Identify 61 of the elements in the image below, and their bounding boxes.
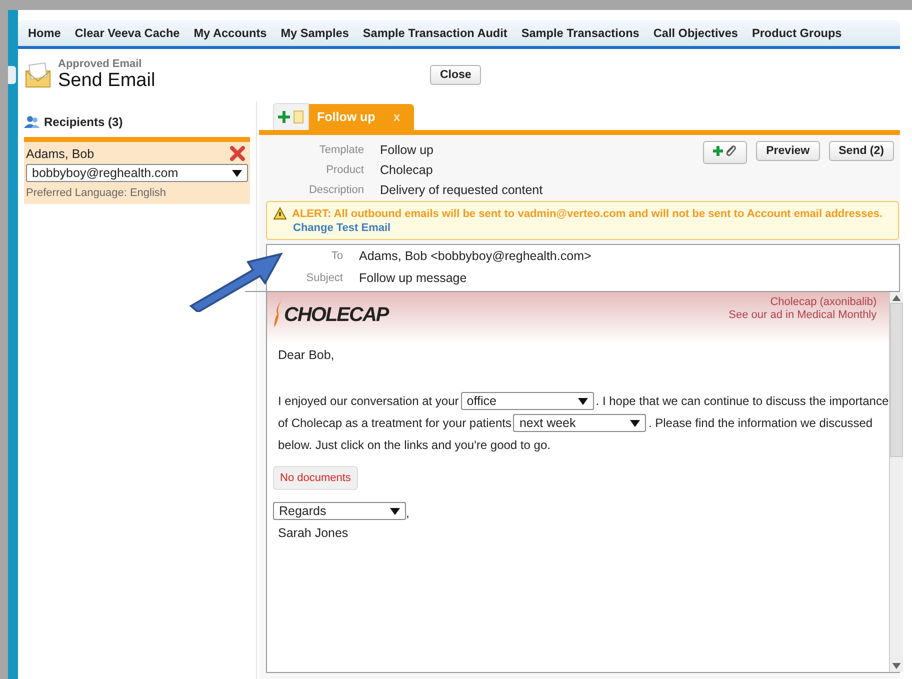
- scroll-down-icon[interactable]: [892, 663, 901, 669]
- add-tab-button[interactable]: [273, 103, 309, 130]
- caret-icon: [630, 420, 640, 426]
- comma-text: ,: [406, 506, 410, 520]
- field-label: Subject: [305, 272, 343, 284]
- body-text: of Cholecap as a treatment for your patients: [278, 415, 512, 432]
- option-dropdown[interactable]: office: [460, 392, 594, 410]
- nav-tab[interactable]: Home: [28, 26, 61, 40]
- nav-tab[interactable]: Sample Transaction Audit: [362, 26, 508, 40]
- caret-icon: [578, 398, 588, 404]
- recipient-name: Adams, Bob: [26, 146, 94, 160]
- greeting-text: Dear Bob,: [278, 348, 336, 362]
- nav-tab[interactable]: Call Objectives: [653, 26, 738, 40]
- nav-tab[interactable]: Sample Transactions: [521, 26, 640, 40]
- close-button[interactable]: Close: [430, 65, 482, 85]
- field-label: Template: [318, 144, 364, 156]
- caret-icon: [232, 170, 242, 176]
- scrollbar[interactable]: [888, 292, 903, 672]
- field-label: To: [330, 250, 343, 262]
- no-documents-notice: No documents: [273, 466, 358, 490]
- nav-tab[interactable]: Clear Veeva Cache: [74, 26, 180, 40]
- recipients-heading: Recipients (3): [44, 115, 123, 129]
- body-text: below. Just click on the links and you're good to go.: [278, 437, 550, 454]
- field-value: Follow up: [380, 143, 434, 157]
- field-value: Delivery of requested content: [380, 183, 543, 197]
- brand-logo: CHOLECAP: [284, 304, 388, 327]
- add-page-icon: [278, 110, 304, 124]
- envelope-icon: [24, 62, 52, 88]
- field-value: Follow up message: [359, 271, 467, 285]
- nav-tab[interactable]: My Samples: [280, 26, 349, 40]
- recipient-card[interactable]: Adams, Bob bobbyboy@reghealth.com Preferred Language: English: [24, 137, 250, 204]
- people-icon: [24, 115, 40, 129]
- signature-text: Sarah Jones: [278, 526, 350, 540]
- product-label: Cholecap (axonibalib): [770, 296, 877, 308]
- caret-icon: [390, 508, 400, 514]
- ad-note: See our ad in Medical Monthly: [728, 309, 877, 321]
- language-label: Preferred Language: English: [26, 187, 166, 199]
- attach-button[interactable]: [703, 141, 748, 164]
- field-label: Description: [308, 184, 364, 196]
- body-text: . I hope that we can continue to discuss the importance: [596, 393, 889, 410]
- remove-icon[interactable]: [230, 146, 245, 161]
- action-button[interactable]: Preview: [756, 141, 820, 161]
- change-email-link[interactable]: Change Test Email: [293, 222, 391, 234]
- option-dropdown[interactable]: next week: [513, 414, 646, 432]
- field-value: Adams, Bob <bobbyboy@reghealth.com>: [359, 249, 592, 263]
- body-text: . Please find the information we discussed: [648, 415, 873, 432]
- page-subtitle: Approved Email: [58, 58, 143, 70]
- field-label: Product: [325, 164, 364, 176]
- email-dropdown[interactable]: bobbyboy@reghealth.com: [26, 164, 248, 182]
- field-value: Cholecap: [380, 163, 433, 177]
- body-text: I enjoyed our conversation at your: [278, 393, 459, 410]
- scroll-up-icon[interactable]: [892, 295, 901, 301]
- nav-tab[interactable]: Product Groups: [752, 26, 842, 40]
- add-attachment-icon: [713, 145, 738, 157]
- page-title: Send Email: [58, 70, 156, 92]
- action-button[interactable]: Send (2): [828, 141, 894, 161]
- closing-dropdown[interactable]: Regards: [273, 502, 406, 520]
- alert-text: ALERT: All outbound emails will be sent to vadmin@verteo.com and will not be sent to Account email addresses.: [292, 208, 883, 220]
- nav-tab[interactable]: My Accounts: [194, 26, 267, 40]
- expand-handle[interactable]: [8, 66, 16, 84]
- warning-icon: [273, 207, 287, 220]
